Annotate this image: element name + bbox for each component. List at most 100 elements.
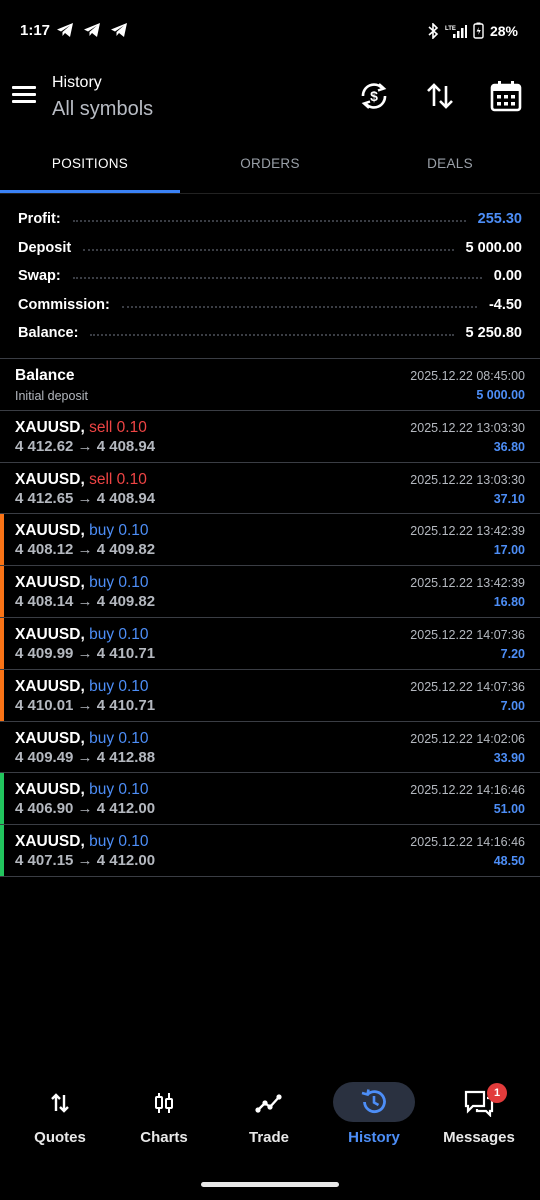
position-side: sell 0.10 [89,470,147,488]
history-list: Balance Initial deposit 2025.12.22 08:45… [0,359,540,877]
nav-quotes[interactable]: Quotes [6,1078,114,1158]
summary-label: Balance: [18,325,79,342]
position-profit: 48.50 [493,854,525,869]
summary-label: Swap: [18,268,61,285]
currency-exchange-icon[interactable]: $ [357,79,391,113]
battery-icon [473,22,484,39]
position-row[interactable]: XAUUSD, buy 0.10 4 408.14 → 4 409.82 2025.… [0,566,540,618]
position-side: buy 0.10 [89,677,149,695]
summary-label: Deposit [18,239,72,256]
telegram-icon [57,23,73,37]
summary-value: 5 000.00 [465,239,522,256]
position-date: 2025.12.22 14:07:36 [410,627,525,642]
app-header: History All symbols $ [0,62,540,140]
balance-note: Initial deposit [15,389,88,403]
position-marker [0,669,4,721]
position-marker [0,773,4,825]
summary-row: Deposit 5 000.00 [0,234,540,263]
symbol-filter[interactable]: All symbols [52,98,153,121]
nav-trade[interactable]: Trade [215,1078,323,1158]
summary-value: 0.00 [493,268,522,285]
calendar-icon[interactable] [489,79,523,113]
notification-badge: 1 [487,1083,507,1103]
position-row[interactable]: XAUUSD, sell 0.10 4 412.62 → 4 408.94 2025… [0,411,540,463]
position-marker [0,566,4,617]
summary-row: Swap: 0.00 [0,262,540,291]
tab-bar: POSITIONS ORDERS DEALS [0,140,540,194]
position-profit: 51.00 [493,802,525,817]
position-symbol: XAUUSD, [15,418,85,436]
position-marker [0,825,4,876]
nav-history[interactable]: History [320,1078,428,1158]
bluetooth-icon [428,22,439,39]
position-date: 2025.12.22 14:07:36 [410,679,525,694]
position-symbol: XAUUSD, [15,522,85,540]
position-date: 2025.12.22 14:16:46 [410,835,525,850]
summary-row: Balance: 5 250.80 [0,319,540,348]
position-side: sell 0.10 [89,418,147,436]
summary-panel: Profit: 255.30 Deposit 5 000.00 Swap: 0.00 Com… [0,205,540,348]
telegram-icon [84,23,100,37]
summary-label: Commission: [18,296,110,313]
nav-label: Charts [140,1129,188,1146]
position-row[interactable]: XAUUSD, buy 0.10 4 409.99 → 4 410.71 2025.… [0,617,540,670]
position-prices: 4 410.01 → 4 410.71 [15,696,156,714]
position-profit: 37.10 [493,491,525,506]
tab-deals[interactable]: DEALS [360,140,540,190]
position-date: 2025.12.22 13:42:39 [410,524,525,539]
balance-row[interactable]: Balance Initial deposit 2025.12.22 08:45… [0,359,540,411]
position-side: buy 0.10 [89,781,149,799]
position-title: XAUUSD, buy 0.10 [15,678,149,696]
candlestick-icon [155,1093,173,1113]
position-symbol: XAUUSD, [15,833,85,851]
position-date: 2025.12.22 14:16:46 [410,783,525,798]
position-prices: 4 409.49 → 4 412.88 [15,748,156,766]
summary-row: Commission: -4.50 [0,291,540,320]
position-prices: 4 406.90 → 4 412.00 [15,800,156,818]
nav-messages[interactable]: 1 Messages [425,1078,533,1158]
position-prices: 4 409.99 → 4 410.71 [15,644,156,662]
arrows-updown-icon [51,1093,69,1113]
position-prices: 4 407.15 → 4 412.00 [15,852,156,870]
position-profit: 7.00 [500,698,525,713]
position-row[interactable]: XAUUSD, buy 0.10 4 406.90 → 4 412.00 2025.… [0,773,540,826]
position-title: XAUUSD, buy 0.10 [15,730,149,748]
bottom-navigation: Quotes Charts Trade History 1 Messages [0,1078,540,1158]
position-row[interactable]: XAUUSD, buy 0.10 4 408.12 → 4 409.82 2025.… [0,514,540,567]
menu-button[interactable] [12,82,40,110]
position-row[interactable]: XAUUSD, sell 0.10 4 412.65 → 4 408.94 2025… [0,463,540,515]
position-marker [0,617,4,669]
position-prices: 4 412.62 → 4 408.94 [15,437,156,455]
position-symbol: XAUUSD, [15,677,85,695]
position-symbol: XAUUSD, [15,729,85,747]
signal-icon: LTE [445,24,467,38]
balance-amount: 5 000.00 [476,388,525,402]
dotted-leader [121,305,477,308]
nav-label: Quotes [34,1129,86,1146]
position-title: XAUUSD, sell 0.10 [15,419,147,437]
history-clock-icon [361,1089,386,1114]
nav-label: Messages [443,1129,515,1146]
tab-orders[interactable]: ORDERS [180,140,360,190]
status-time: 1:17 [20,22,51,39]
battery-percent: 28% [489,22,518,39]
trend-line-icon [255,1094,282,1113]
position-date: 2025.12.22 13:42:39 [410,576,525,591]
position-profit: 7.20 [500,646,525,661]
balance-date: 2025.12.22 08:45:00 [410,369,525,383]
sort-icon[interactable] [423,79,457,113]
position-row[interactable]: XAUUSD, buy 0.10 4 410.01 → 4 410.71 2025.… [0,669,540,722]
status-right: LTE 28% [427,22,518,39]
home-indicator[interactable] [201,1182,339,1187]
position-row[interactable]: XAUUSD, buy 0.10 4 407.15 → 4 412.00 2025.… [0,825,540,877]
position-title: XAUUSD, sell 0.10 [15,471,147,489]
position-row[interactable]: XAUUSD, buy 0.10 4 409.49 → 4 412.88 2025.… [0,722,540,774]
tab-positions[interactable]: POSITIONS [0,140,180,190]
position-prices: 4 412.65 → 4 408.94 [15,489,156,507]
position-title: XAUUSD, buy 0.10 [15,626,149,644]
nav-charts[interactable]: Charts [110,1078,218,1158]
active-tab-indicator [0,190,180,193]
status-bar: 1:17 LTE 28% [0,0,540,62]
summary-row: Profit: 255.30 [0,205,540,234]
position-title: XAUUSD, buy 0.10 [15,574,149,592]
